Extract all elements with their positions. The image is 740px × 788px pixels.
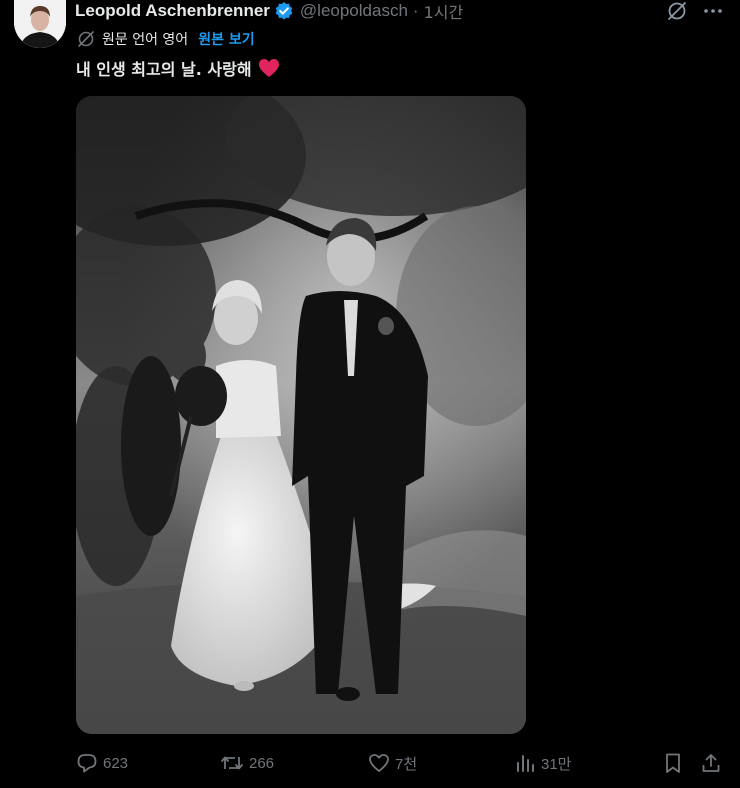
reply-icon (77, 754, 97, 773)
reply-button[interactable]: 623 (76, 750, 128, 776)
wedding-photo-image (76, 96, 526, 734)
bookmark-icon (666, 753, 680, 773)
tweet-text: 내 인생 최고의 날. 사랑해 (76, 56, 280, 80)
verified-badge-icon[interactable] (274, 1, 294, 21)
like-button[interactable]: 7천 (368, 750, 417, 776)
red-heart-emoji (258, 58, 280, 78)
user-handle[interactable]: @leopoldasch (300, 1, 408, 21)
translation-label: 원문 언어 영어 (102, 32, 189, 48)
share-button[interactable] (700, 750, 722, 776)
bookmark-button[interactable] (662, 750, 684, 776)
share-icon (702, 754, 720, 772)
views-count: 31만 (541, 755, 572, 773)
grok-icon[interactable] (666, 0, 688, 22)
tweet-header: Leopold Aschenbrenner @leopoldasch · 1시간 (75, 0, 463, 22)
like-icon (369, 754, 389, 772)
translate-icon (78, 31, 94, 47)
avatar[interactable] (14, 0, 66, 48)
views-icon (517, 755, 534, 772)
tweet-body: 내 인생 최고의 날. 사랑해 (76, 60, 252, 79)
tweet-top-actions (666, 0, 724, 22)
more-icon[interactable] (702, 0, 724, 22)
avatar-image (14, 0, 66, 48)
tweet-action-bar: 623 266 7천 31만 (76, 750, 726, 776)
translation-notice: 원문 언어 영어 원본 보기 (76, 29, 255, 49)
repost-count: 266 (249, 754, 275, 772)
repost-button[interactable]: 266 (220, 750, 274, 776)
like-count: 7천 (395, 755, 418, 773)
timestamp[interactable]: 1시간 (424, 0, 464, 23)
reply-count: 623 (103, 754, 129, 772)
views-button[interactable]: 31만 (514, 750, 572, 776)
separator-dot: · (412, 1, 419, 20)
repost-icon (221, 756, 243, 770)
show-original-link[interactable]: 원본 보기 (198, 29, 254, 49)
display-name[interactable]: Leopold Aschenbrenner (75, 1, 270, 21)
tweet-photo[interactable] (76, 96, 526, 734)
